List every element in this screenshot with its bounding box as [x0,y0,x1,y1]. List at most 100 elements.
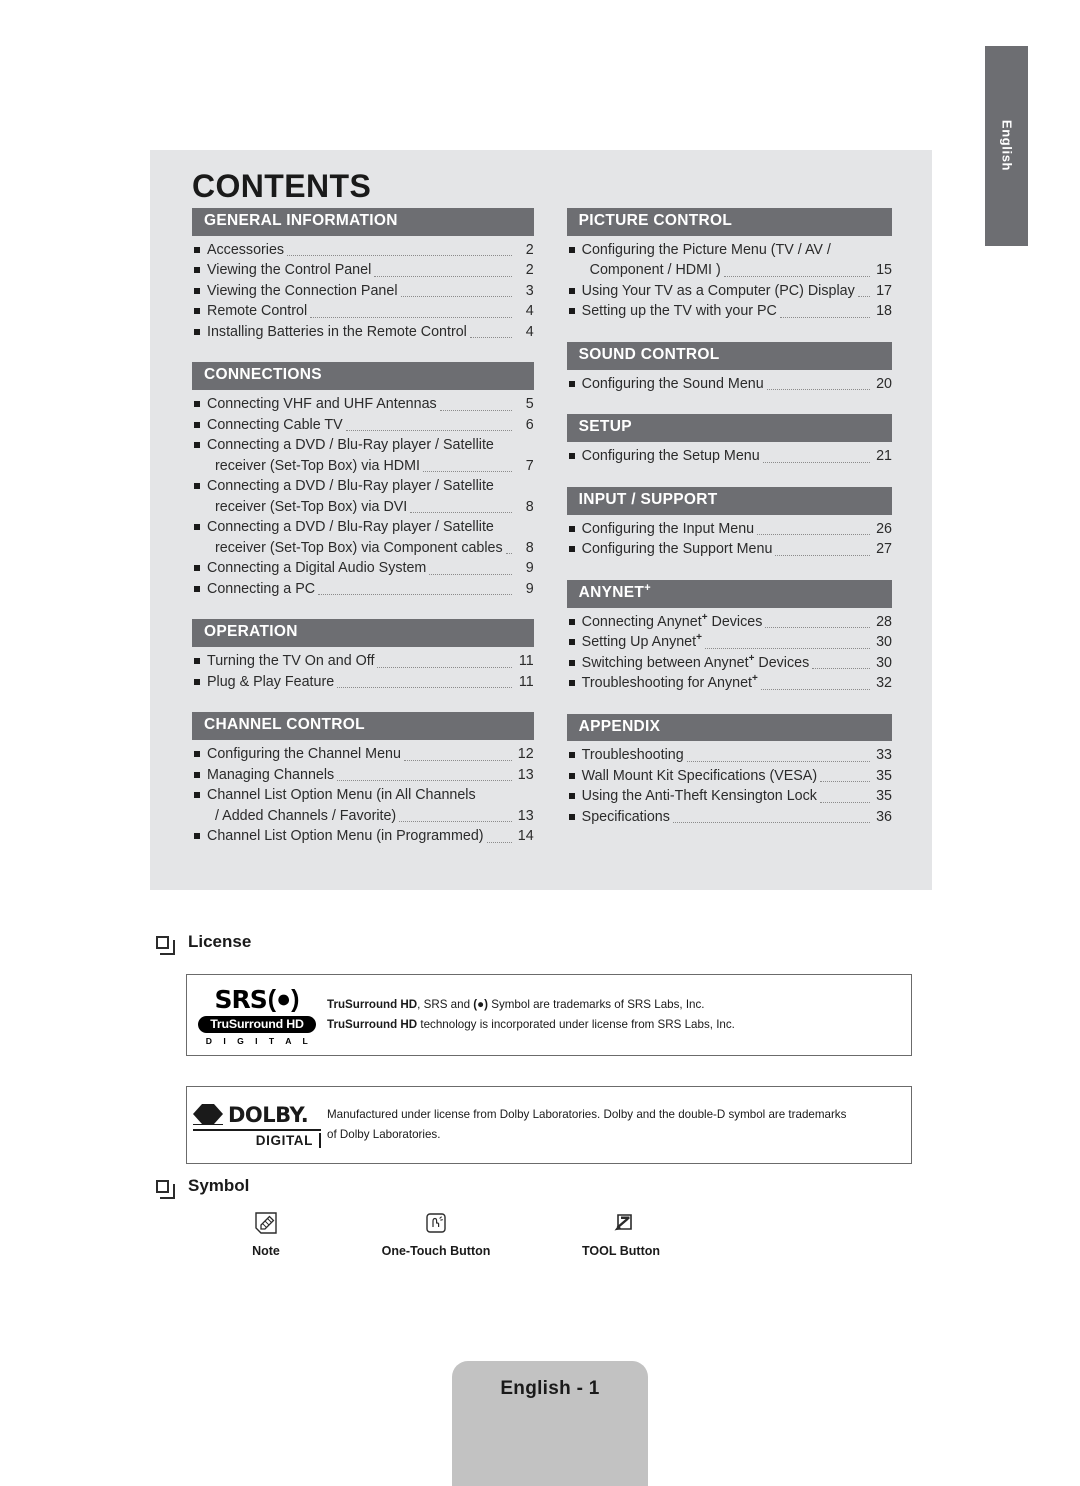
toc-section-heading: SETUP [566,414,892,443]
toc-entry[interactable]: Setting up the TV with your PC 18 [567,301,892,322]
toc-bullet-icon [194,792,200,799]
footer-page-tab: English - 1 [452,1361,648,1486]
toc-page-number: 18 [876,303,892,320]
toc-entry-label: Connecting a Digital Audio System [207,560,427,577]
toc-page-number: 35 [876,767,892,784]
toc-page-number: 20 [876,375,892,392]
toc-entry-label: Connecting a DVD / Blu-Ray player / Sate… [207,519,494,536]
toc-entry[interactable]: Accessories 2 [192,240,534,261]
toc-page-number: 30 [876,654,892,671]
toc-section-heading: GENERAL INFORMATION [192,208,534,236]
srs-line1-bold: TruSurround HD [327,998,418,1011]
toc-entry[interactable]: Switching between Anynet+ Devices 30 [567,653,892,674]
toc-entry[interactable]: Configuring the Setup Menu 21 [567,446,892,467]
toc-entry[interactable]: Connecting a DVD / Blu-Ray player / Sate… [192,476,534,497]
side-language-tab: English [985,46,1028,246]
toc-leader [762,461,870,463]
toc-page-number: 27 [876,541,892,558]
toc-entry[interactable]: Configuring the Picture Menu (TV / AV / [567,240,892,261]
toc-entry-label: Connecting a DVD / Blu-Ray player / Sate… [207,478,494,495]
toc-entry[interactable]: Remote Control 4 [192,301,534,322]
toc-page-number: 32 [876,675,892,692]
toc-entry-label: Component / HDMI ) [589,262,721,279]
toc-entry-label: Configuring the Input Menu [581,520,755,537]
toc-entry-label: Remote Control [207,303,308,320]
toc-page-number: 13 [517,766,534,783]
toc-entry[interactable]: Configuring the Input Menu 26 [567,519,892,540]
toc-entry-label: Setting Up Anynet+ [581,632,702,651]
toc-entry[interactable]: Connecting Anynet+ Devices 28 [567,612,892,633]
srs-line2-rest: technology is incorporated under license… [417,1018,735,1031]
toc-entry[interactable]: Configuring the Support Menu 27 [567,539,892,560]
toc-bullet-icon [194,267,200,274]
toc-leader [757,534,870,536]
toc-entry-label: Using the Anti-Theft Kensington Lock [581,788,817,805]
srs-license-box: SRS (●) TruSurround HD D I G I T A L Tru… [186,974,912,1056]
toc-bullet-icon [568,772,575,779]
toc-leader [505,553,512,555]
toc-section-body: Troubleshooting 33 Wall Mount Kit Specific… [567,741,892,827]
dolby-license-box: DOLBY. DIGITAL Manufactured under licens… [186,1086,912,1164]
dolby-logo-sub: DIGITAL [255,1132,313,1148]
toc-bullet-icon [568,659,575,666]
toc-page-number: 8 [525,498,534,515]
toc-leader [410,512,512,514]
toc-entry[interactable]: Troubleshooting 33 [567,745,892,766]
toc-bullet-icon [194,401,200,408]
toc-section-heading: CONNECTIONS [192,362,534,391]
toc-leader [377,666,512,668]
toc-entry[interactable]: Connecting a DVD / Blu-Ray player / Sate… [192,517,534,538]
toc-entry[interactable]: Setting Up Anynet+ 30 [567,632,892,653]
toc-entry-continuation[interactable]: receiver (Set-Top Box) via DVI 8 [192,497,534,518]
toc-page-number: 4 [525,303,534,320]
toc-entry-continuation[interactable]: / Added Channels / Favorite) 13 [192,806,534,827]
toc-entry-label: receiver (Set-Top Box) via Component cab… [215,539,503,556]
toc-entry[interactable]: Connecting a DVD / Blu-Ray player / Sate… [192,435,534,456]
toc-entry[interactable]: Connecting a PC 9 [192,579,534,600]
toc-entry[interactable]: Troubleshooting for Anynet+ 32 [567,673,892,694]
toc-leader [686,760,870,762]
toc-entry-continuation[interactable]: receiver (Set-Top Box) via HDMI 7 [192,456,534,477]
toc-bullet-icon [568,453,575,460]
toc-entry[interactable]: Configuring the Channel Menu 12 [192,744,534,765]
toc-entry[interactable]: Configuring the Sound Menu 20 [567,374,892,395]
srs-license-text: TruSurround HD, SRS and (●) Symbol are t… [327,995,735,1035]
dolby-logo: DOLBY. DIGITAL [187,1103,327,1148]
toc-entry-label: Specifications [581,808,670,825]
toc-entry[interactable]: Using the Anti-Theft Kensington Lock 35 [567,786,892,807]
toc-entry[interactable]: Connecting VHF and UHF Antennas 5 [192,394,534,415]
toc-bullet-icon [194,442,200,449]
toc-bullet-icon [568,380,575,387]
toc-entry-label: Connecting Cable TV [207,416,343,433]
toc-entry[interactable]: Installing Batteries in the Remote Contr… [192,322,534,343]
toc-page-number: 4 [525,323,534,340]
toc-entry[interactable]: Connecting a Digital Audio System 9 [192,558,534,579]
toc-entry-continuation[interactable]: Component / HDMI ) 15 [567,260,892,281]
toc-entry[interactable]: Wall Mount Kit Specifications (VESA) 35 [567,766,892,787]
toc-entry[interactable]: Channel List Option Menu (in All Channel… [192,785,534,806]
symbol-row: Note One-Touch Button TOOL Button [196,1206,706,1258]
toc-bullet-icon [194,771,200,778]
side-language-tab-label: English [999,119,1014,172]
toc-entry-label: Setting up the TV with your PC [581,303,777,320]
toc-bullet-icon [194,246,200,253]
toc-bullet-icon [194,483,200,490]
toc-entry[interactable]: Viewing the Connection Panel 3 [192,281,534,302]
toc-leader [766,389,870,391]
toc-entry[interactable]: Plug & Play Feature 11 [192,672,534,693]
toc-entry[interactable]: Turning the TV On and Off 11 [192,651,534,672]
toc-entry-continuation[interactable]: receiver (Set-Top Box) via Component cab… [192,538,534,559]
toc-entry[interactable]: Channel List Option Menu (in Programmed)… [192,826,534,847]
dolby-license-line-2: of Dolby Laboratories. [327,1128,441,1141]
symbol-heading: Symbol [188,1176,250,1195]
toc-bullet-icon [568,639,575,646]
toc-entry[interactable]: Managing Channels 13 [192,765,534,786]
toc-entry[interactable]: Connecting Cable TV 6 [192,415,534,436]
toc-leader [672,822,870,824]
toc-entry-label: Connecting a DVD / Blu-Ray player / Sate… [207,437,494,454]
toc-entry[interactable]: Viewing the Control Panel 2 [192,260,534,281]
srs-line1-rest: , SRS and [417,998,471,1011]
toc-entry[interactable]: Using Your TV as a Computer (PC) Display… [567,281,892,302]
toc-page-number: 13 [517,807,534,824]
toc-entry[interactable]: Specifications 36 [567,807,892,828]
